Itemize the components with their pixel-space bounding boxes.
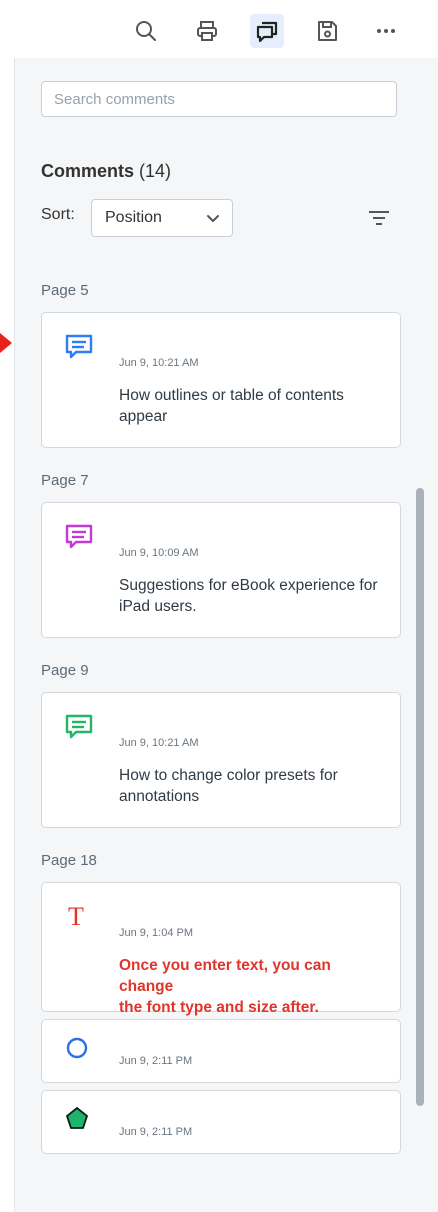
- comments-icon: [256, 21, 278, 43]
- sort-value: Position: [105, 209, 162, 226]
- more-button[interactable]: [369, 14, 403, 48]
- scrollbar[interactable]: [416, 488, 424, 1106]
- comments-button[interactable]: [250, 14, 284, 48]
- print-button[interactable]: [190, 14, 224, 48]
- page-label: Page 18: [41, 852, 97, 869]
- search-icon: [136, 21, 156, 41]
- comment-card[interactable]: Jun 9, 10:21 AM How to change color pres…: [41, 692, 401, 828]
- page-label: Page 7: [41, 472, 89, 489]
- print-icon: [197, 21, 217, 41]
- page-label: Page 5: [41, 282, 89, 299]
- save-icon: [318, 21, 337, 41]
- comment-card[interactable]: Jun 9, 2:11 PM: [41, 1019, 401, 1083]
- comment-date: Jun 9, 1:04 PM: [119, 927, 193, 939]
- comment-text: Once you enter text, you can change the …: [119, 957, 331, 1016]
- comment-text: Suggestions for eBook experience for iPa…: [119, 577, 378, 615]
- search-comments-input[interactable]: [41, 81, 397, 117]
- chevron-down-icon: [207, 215, 219, 222]
- comment-date: Jun 9, 2:11 PM: [119, 1126, 193, 1138]
- comment-date: Jun 9, 10:21 AM: [119, 737, 199, 749]
- note-icon: [65, 714, 93, 739]
- more-icon: [377, 29, 395, 33]
- comment-card[interactable]: Jun 9, 10:21 AM How outlines or table of…: [41, 312, 401, 448]
- circle-icon: [66, 1037, 88, 1059]
- comments-title-label: Comments: [41, 161, 135, 181]
- note-icon: [65, 524, 93, 549]
- filter-icon: [369, 211, 389, 225]
- comment-date: Jun 9, 2:11 PM: [119, 1055, 193, 1067]
- sort-label: Sort:: [41, 206, 75, 223]
- comment-card[interactable]: Jun 9, 10:09 AM Suggestions for eBook ex…: [41, 502, 401, 638]
- save-button[interactable]: [310, 14, 344, 48]
- comment-date: Jun 9, 10:21 AM: [119, 357, 199, 369]
- comments-panel: Comments (14) Sort: Position Page 5 Jun …: [14, 58, 438, 1212]
- note-icon: [65, 334, 93, 359]
- comment-date: Jun 9, 10:09 AM: [119, 547, 199, 559]
- comment-card[interactable]: T Jun 9, 1:04 PM Once you enter text, yo…: [41, 882, 401, 1016]
- page-marker-icon: [0, 333, 12, 353]
- comment-text: How to change color presets for annotati…: [119, 767, 338, 805]
- filter-button[interactable]: [365, 206, 393, 230]
- text-icon: T: [68, 903, 84, 931]
- svg-text:T: T: [68, 903, 84, 931]
- comments-title: Comments (14): [41, 161, 171, 182]
- page-label: Page 9: [41, 662, 89, 679]
- toolbar: [0, 0, 438, 58]
- pentagon-icon: [65, 1106, 89, 1129]
- comments-count: (14): [139, 161, 172, 181]
- comment-card[interactable]: Jun 9, 2:11 PM: [41, 1090, 401, 1154]
- comment-text: How outlines or table of contents appear: [119, 387, 344, 425]
- search-button[interactable]: [129, 14, 163, 48]
- sort-dropdown[interactable]: Position: [91, 199, 233, 237]
